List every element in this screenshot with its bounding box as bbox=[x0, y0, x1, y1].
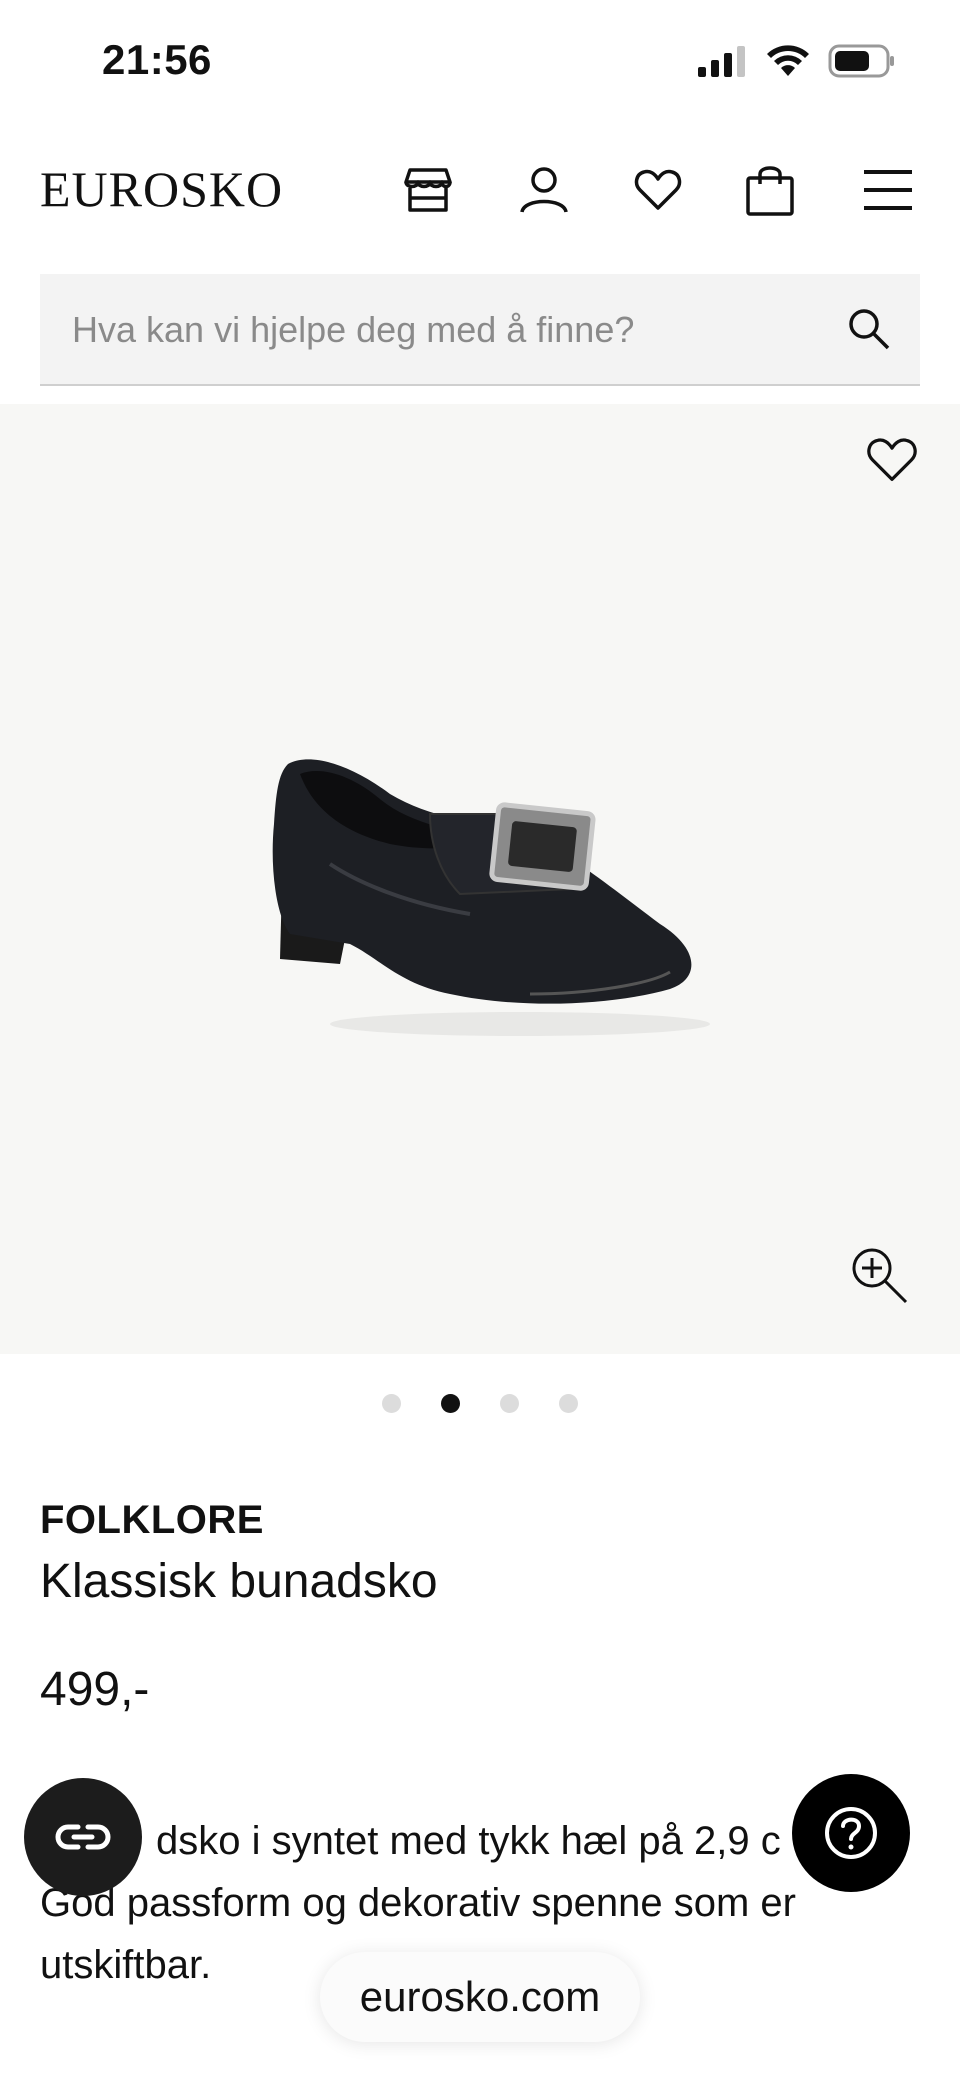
eurosko-logo[interactable]: EUROSKO bbox=[40, 160, 283, 218]
search-bar bbox=[40, 274, 920, 386]
zoom-in-icon[interactable] bbox=[848, 1244, 910, 1306]
user-icon[interactable] bbox=[516, 162, 572, 218]
carousel-indicators bbox=[0, 1394, 960, 1413]
carousel-dot-3[interactable] bbox=[500, 1394, 519, 1413]
heart-outline-icon[interactable] bbox=[864, 432, 920, 488]
search-input[interactable] bbox=[70, 274, 834, 386]
description-line-2: God passform og dekorativ spenne som er bbox=[40, 1881, 796, 1925]
menu-icon[interactable] bbox=[860, 162, 916, 218]
help-question-icon bbox=[825, 1807, 877, 1859]
product-image bbox=[272, 759, 710, 1036]
wifi-icon bbox=[767, 45, 809, 76]
store-icon[interactable] bbox=[400, 162, 456, 218]
search-icon[interactable] bbox=[844, 304, 894, 354]
help-button[interactable] bbox=[792, 1774, 910, 1892]
heart-icon[interactable] bbox=[630, 162, 686, 218]
shopping-bag-icon[interactable] bbox=[742, 162, 798, 218]
status-time: 21:56 bbox=[102, 36, 212, 83]
carousel-dot-4[interactable] bbox=[559, 1394, 578, 1413]
link-icon bbox=[55, 1824, 111, 1850]
carousel-dot-1[interactable] bbox=[382, 1394, 401, 1413]
battery-icon bbox=[828, 44, 894, 78]
browser-url-bar[interactable]: eurosko.com bbox=[320, 1952, 640, 2042]
link-button[interactable] bbox=[24, 1778, 142, 1896]
cellular-signal-icon bbox=[698, 46, 745, 77]
product-brand[interactable]: FOLKLORE bbox=[40, 1498, 264, 1543]
status-icons bbox=[696, 44, 896, 78]
product-price: 499,- bbox=[40, 1663, 150, 1716]
description-line-1: dsko i syntet med tykk hæl på 2,9 c bbox=[156, 1819, 781, 1863]
product-gallery[interactable] bbox=[0, 404, 960, 1354]
product-name: Klassisk bunadsko bbox=[40, 1555, 438, 1608]
carousel-dot-2[interactable] bbox=[441, 1394, 460, 1413]
